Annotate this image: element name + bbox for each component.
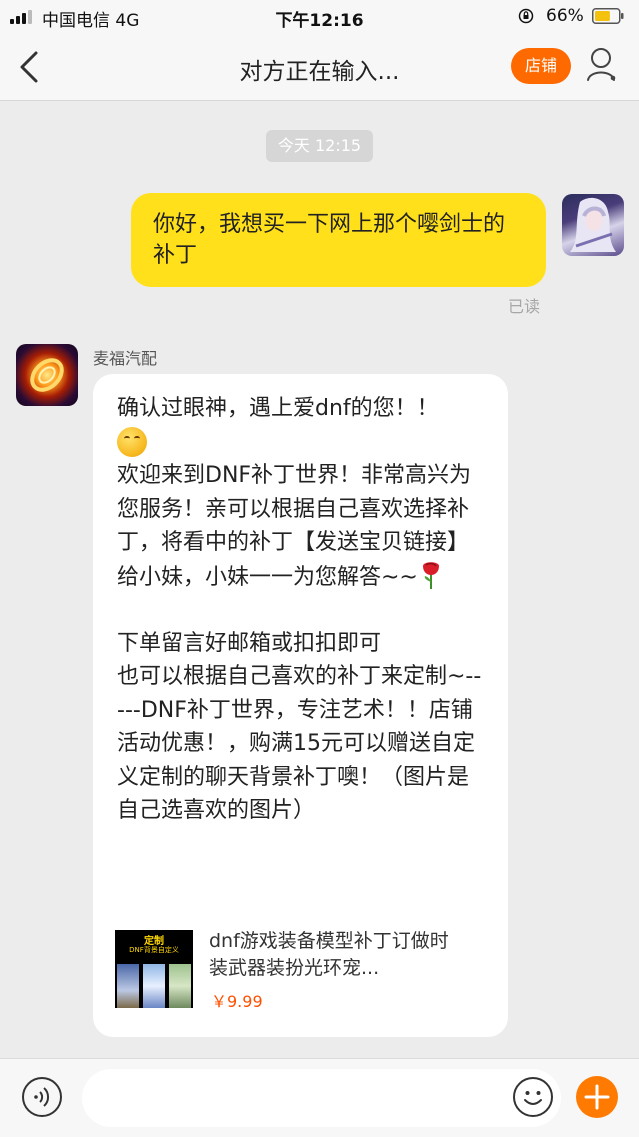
rotation-lock-icon bbox=[518, 8, 534, 24]
product-price: ￥9.99 bbox=[211, 992, 263, 1011]
rose-emoji-icon bbox=[422, 561, 439, 589]
message-paragraph: 也可以根据自己喜欢的补丁来定制~-----DNF补丁世界，专注艺术！！店铺活动优… bbox=[117, 664, 482, 824]
plus-button[interactable] bbox=[576, 1076, 618, 1118]
read-status: 已读 bbox=[508, 297, 541, 316]
product-thumbnail[interactable]: 定制 DNF背景自定义 bbox=[115, 930, 193, 1008]
status-time: 下午12:16 bbox=[275, 11, 364, 31]
battery-percent: 66% bbox=[546, 6, 584, 26]
shop-button[interactable]: 店铺 bbox=[511, 48, 571, 84]
battery-icon bbox=[592, 8, 624, 24]
input-bar bbox=[0, 1058, 639, 1137]
thumbnail-subtitle: DNF背景自定义 bbox=[129, 946, 179, 954]
smiley-icon bbox=[524, 1091, 542, 1105]
outgoing-message-bubble[interactable]: 你好，我想买一下网上那个嘤剑士的补丁 bbox=[131, 193, 546, 287]
chat-timestamp: 今天 12:15 bbox=[266, 130, 373, 162]
message-line: 确认过眼神，遇上爱dnf的您！！ bbox=[117, 396, 439, 421]
product-card[interactable]: 定制 DNF背景自定义 dnf游戏装备模型补丁订做时装武器装扮光环宠... ￥9… bbox=[115, 928, 490, 1011]
profile-icon[interactable] bbox=[586, 46, 620, 84]
sender-name: 麦福汽配 bbox=[93, 349, 158, 368]
thumbnail-image bbox=[143, 964, 165, 1008]
voice-button[interactable] bbox=[22, 1077, 62, 1117]
status-bar: 中国电信 4G 下午12:16 66% bbox=[0, 0, 639, 34]
smile-emoji-icon bbox=[117, 427, 147, 458]
emoji-button[interactable] bbox=[513, 1077, 553, 1117]
product-name[interactable]: dnf游戏装备模型补丁订做时装武器装扮光环宠... bbox=[209, 928, 454, 982]
plus-icon bbox=[584, 1084, 610, 1110]
nav-bar: 对方正在输入... 店铺 bbox=[0, 34, 639, 101]
message-line: 下单留言好邮箱或扣扣即可 bbox=[117, 631, 382, 657]
shop-avatar[interactable] bbox=[16, 344, 78, 406]
voice-icon bbox=[34, 1087, 50, 1107]
thumbnail-image bbox=[117, 964, 139, 1008]
my-avatar[interactable] bbox=[562, 194, 624, 256]
thumbnail-image bbox=[169, 964, 191, 1008]
message-input[interactable] bbox=[82, 1069, 561, 1127]
